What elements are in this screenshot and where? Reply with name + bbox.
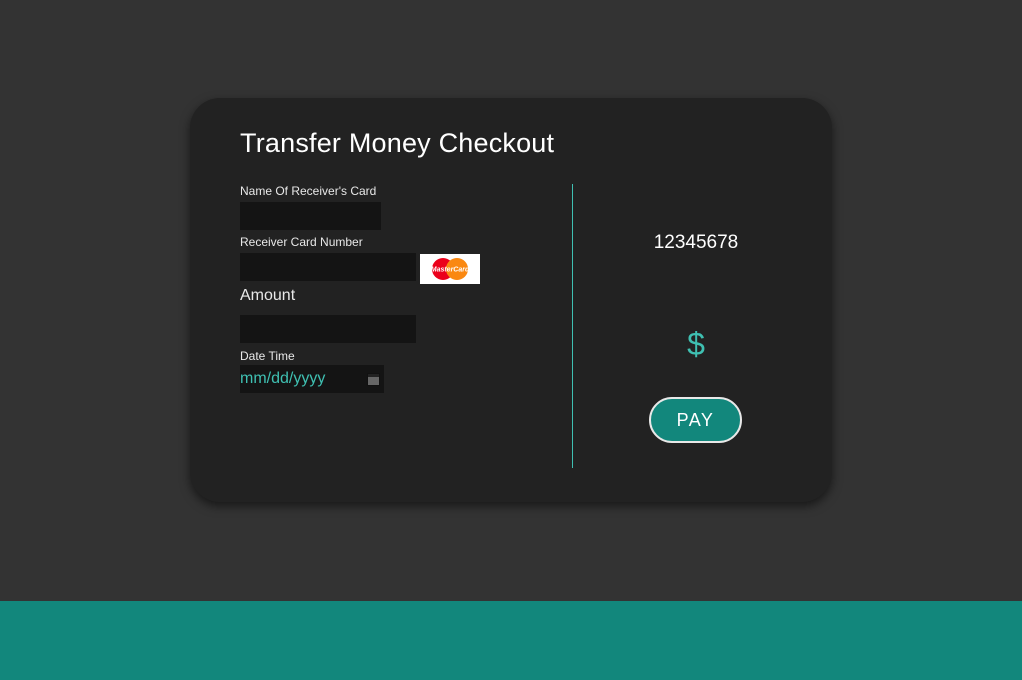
- date-time-label: Date Time: [240, 349, 295, 363]
- receiver-name-label: Name Of Receiver's Card: [240, 184, 377, 198]
- vertical-divider: [572, 184, 573, 468]
- page: Transfer Money Checkout Name Of Receiver…: [0, 0, 1022, 680]
- mastercard-logo-icon: MasterCard: [420, 254, 480, 284]
- currency-symbol: $: [687, 326, 705, 362]
- date-placeholder: mm/dd/yyyy: [240, 370, 326, 387]
- checkout-card: Transfer Money Checkout Name Of Receiver…: [190, 98, 832, 502]
- card-number-display: 12345678: [653, 232, 739, 253]
- pay-button[interactable]: PAY: [649, 397, 742, 443]
- card-number-label: Receiver Card Number: [240, 235, 363, 249]
- page-title: Transfer Money Checkout: [240, 128, 555, 158]
- mastercard-logo-text: MasterCard: [431, 267, 470, 274]
- receiver-name-input[interactable]: [240, 202, 381, 230]
- footer-band: [0, 601, 1022, 680]
- amount-input[interactable]: [240, 315, 416, 343]
- date-time-input[interactable]: mm/dd/yyyy: [240, 365, 384, 393]
- calendar-icon[interactable]: [367, 372, 380, 386]
- amount-label: Amount: [240, 287, 296, 304]
- card-number-input[interactable]: [240, 253, 416, 281]
